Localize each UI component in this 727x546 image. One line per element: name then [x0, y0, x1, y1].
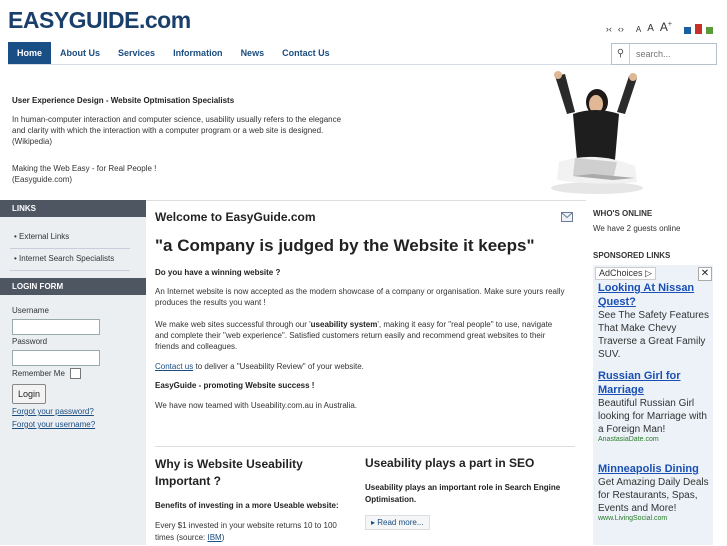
team-paragraph: We have now teamed with Useability.com.a… [155, 401, 358, 410]
ibm-paragraph: Every $1 invested in your website return… [155, 521, 337, 542]
ad-title[interactable]: Minneapolis Dining [598, 462, 712, 476]
links-heading: LINKS [0, 200, 146, 217]
font-size-large[interactable]: A+ [660, 20, 672, 34]
close-ad-icon[interactable]: ✕ [698, 267, 712, 281]
forgot-password-link[interactable]: Forgot your password? [12, 407, 94, 416]
blue-theme-swatch[interactable] [684, 27, 691, 34]
password-input[interactable] [12, 350, 100, 366]
accessibility-tools: ›‹ ‹› A A A+ [606, 20, 713, 34]
nav-news[interactable]: News [232, 42, 274, 64]
welcome-title: Welcome to EasyGuide.com [155, 210, 316, 224]
adchoices-label[interactable]: AdChoices ▷ [595, 267, 656, 280]
nav-contact-us[interactable]: Contact Us [273, 42, 339, 64]
login-button[interactable]: Login [12, 384, 46, 404]
happy-person-laptop-illustration [551, 71, 643, 194]
ad-item[interactable]: Minneapolis Dining Get Amazing Daily Dea… [598, 462, 712, 522]
whos-online-heading: WHO'S ONLINE [593, 209, 653, 218]
divider [10, 270, 130, 271]
nav-home[interactable]: Home [8, 42, 52, 64]
contact-paragraph: Contact us to deliver a "Useability Revi… [155, 362, 364, 371]
main-nav: Home About Us Services Information News … [8, 42, 716, 65]
color-switcher [684, 24, 713, 34]
red-theme-swatch[interactable] [695, 24, 702, 34]
divider [155, 446, 575, 447]
email-icon[interactable] [561, 212, 573, 222]
ibm-link[interactable]: IBM [207, 533, 221, 542]
remember-me-checkbox[interactable] [70, 368, 81, 379]
ad-url[interactable]: www.LivingSocial.com [598, 515, 712, 522]
remember-me-label: Remember Me [12, 369, 65, 378]
hero-tagline: Making the Web Easy - for Real People ! [12, 164, 157, 173]
hero-description: In human-computer interaction and comput… [12, 115, 342, 146]
divider [10, 248, 130, 249]
promo-text: EasyGuide - promoting Website success ! [155, 381, 315, 390]
seo-subheading: Useability plays an important role in Se… [365, 483, 561, 504]
ad-item[interactable]: Russian Girl for Marriage Beautiful Russ… [598, 369, 712, 443]
ad-title[interactable]: Looking At Nissan Quest? [598, 281, 712, 309]
seo-heading: Useability plays a part in SEO [365, 456, 535, 470]
search-input[interactable] [634, 48, 716, 60]
password-label: Password [12, 337, 48, 346]
ltr-toggle[interactable]: ‹› [618, 24, 624, 34]
nav-information[interactable]: Information [164, 42, 232, 64]
link-external-links[interactable]: • External Links [14, 232, 69, 241]
useability-important-heading: Why is Website Useability Important ? [155, 457, 303, 488]
link-internet-search-specialists[interactable]: • Internet Search Specialists [14, 254, 114, 263]
hero-tagline-source: (Easyguide.com) [12, 175, 73, 184]
search-box: ⚲ [611, 43, 717, 65]
nav-services[interactable]: Services [109, 42, 164, 64]
success-paragraph: We make web sites successful through our… [155, 320, 553, 351]
ad-url[interactable]: AnastasiaDate.com [598, 436, 712, 443]
ad-body: Beautiful Russian Girl looking for Marri… [598, 398, 707, 435]
showcase-paragraph: An Internet website is now accepted as t… [155, 287, 565, 307]
ad-title[interactable]: Russian Girl for Marriage [598, 369, 712, 397]
ad-body: Get Amazing Daily Deals for Restaurants,… [598, 477, 709, 514]
font-size-small[interactable]: A [636, 25, 641, 34]
username-input[interactable] [12, 319, 100, 335]
green-theme-swatch[interactable] [706, 27, 713, 34]
left-sidebar: LINKS • External Links • Internet Search… [0, 200, 146, 545]
sponsored-links-heading: SPONSORED LINKS [593, 251, 671, 260]
contact-us-link[interactable]: Contact us [155, 362, 193, 371]
ad-body: See The Safety Features That Make Chevy … [598, 310, 709, 360]
site-logo[interactable]: EASYGUIDE.com [8, 7, 191, 34]
benefits-subheading: Benefits of investing in a more Useable … [155, 501, 339, 510]
rtl-toggle[interactable]: ›‹ [606, 24, 612, 34]
winning-website-question: Do you have a winning website ? [155, 268, 281, 277]
read-more-button[interactable]: ▸ Read more... [365, 515, 430, 530]
hero-title: User Experience Design - Website Optmisa… [12, 96, 235, 105]
nav-about-us[interactable]: About Us [51, 42, 109, 64]
ad-item[interactable]: Looking At Nissan Quest? See The Safety … [598, 281, 712, 361]
font-size-medium[interactable]: A [647, 23, 654, 34]
ad-block: AdChoices ▷ ✕ Looking At Nissan Quest? S… [593, 265, 713, 545]
username-label: Username [12, 306, 49, 315]
whos-online-text: We have 2 guests online [593, 224, 681, 233]
forgot-username-link[interactable]: Forgot your username? [12, 420, 95, 429]
slogan-heading: "a Company is judged by the Website it k… [155, 236, 535, 255]
search-icon[interactable]: ⚲ [612, 44, 630, 64]
login-form-heading: LOGIN FORM [0, 278, 146, 295]
